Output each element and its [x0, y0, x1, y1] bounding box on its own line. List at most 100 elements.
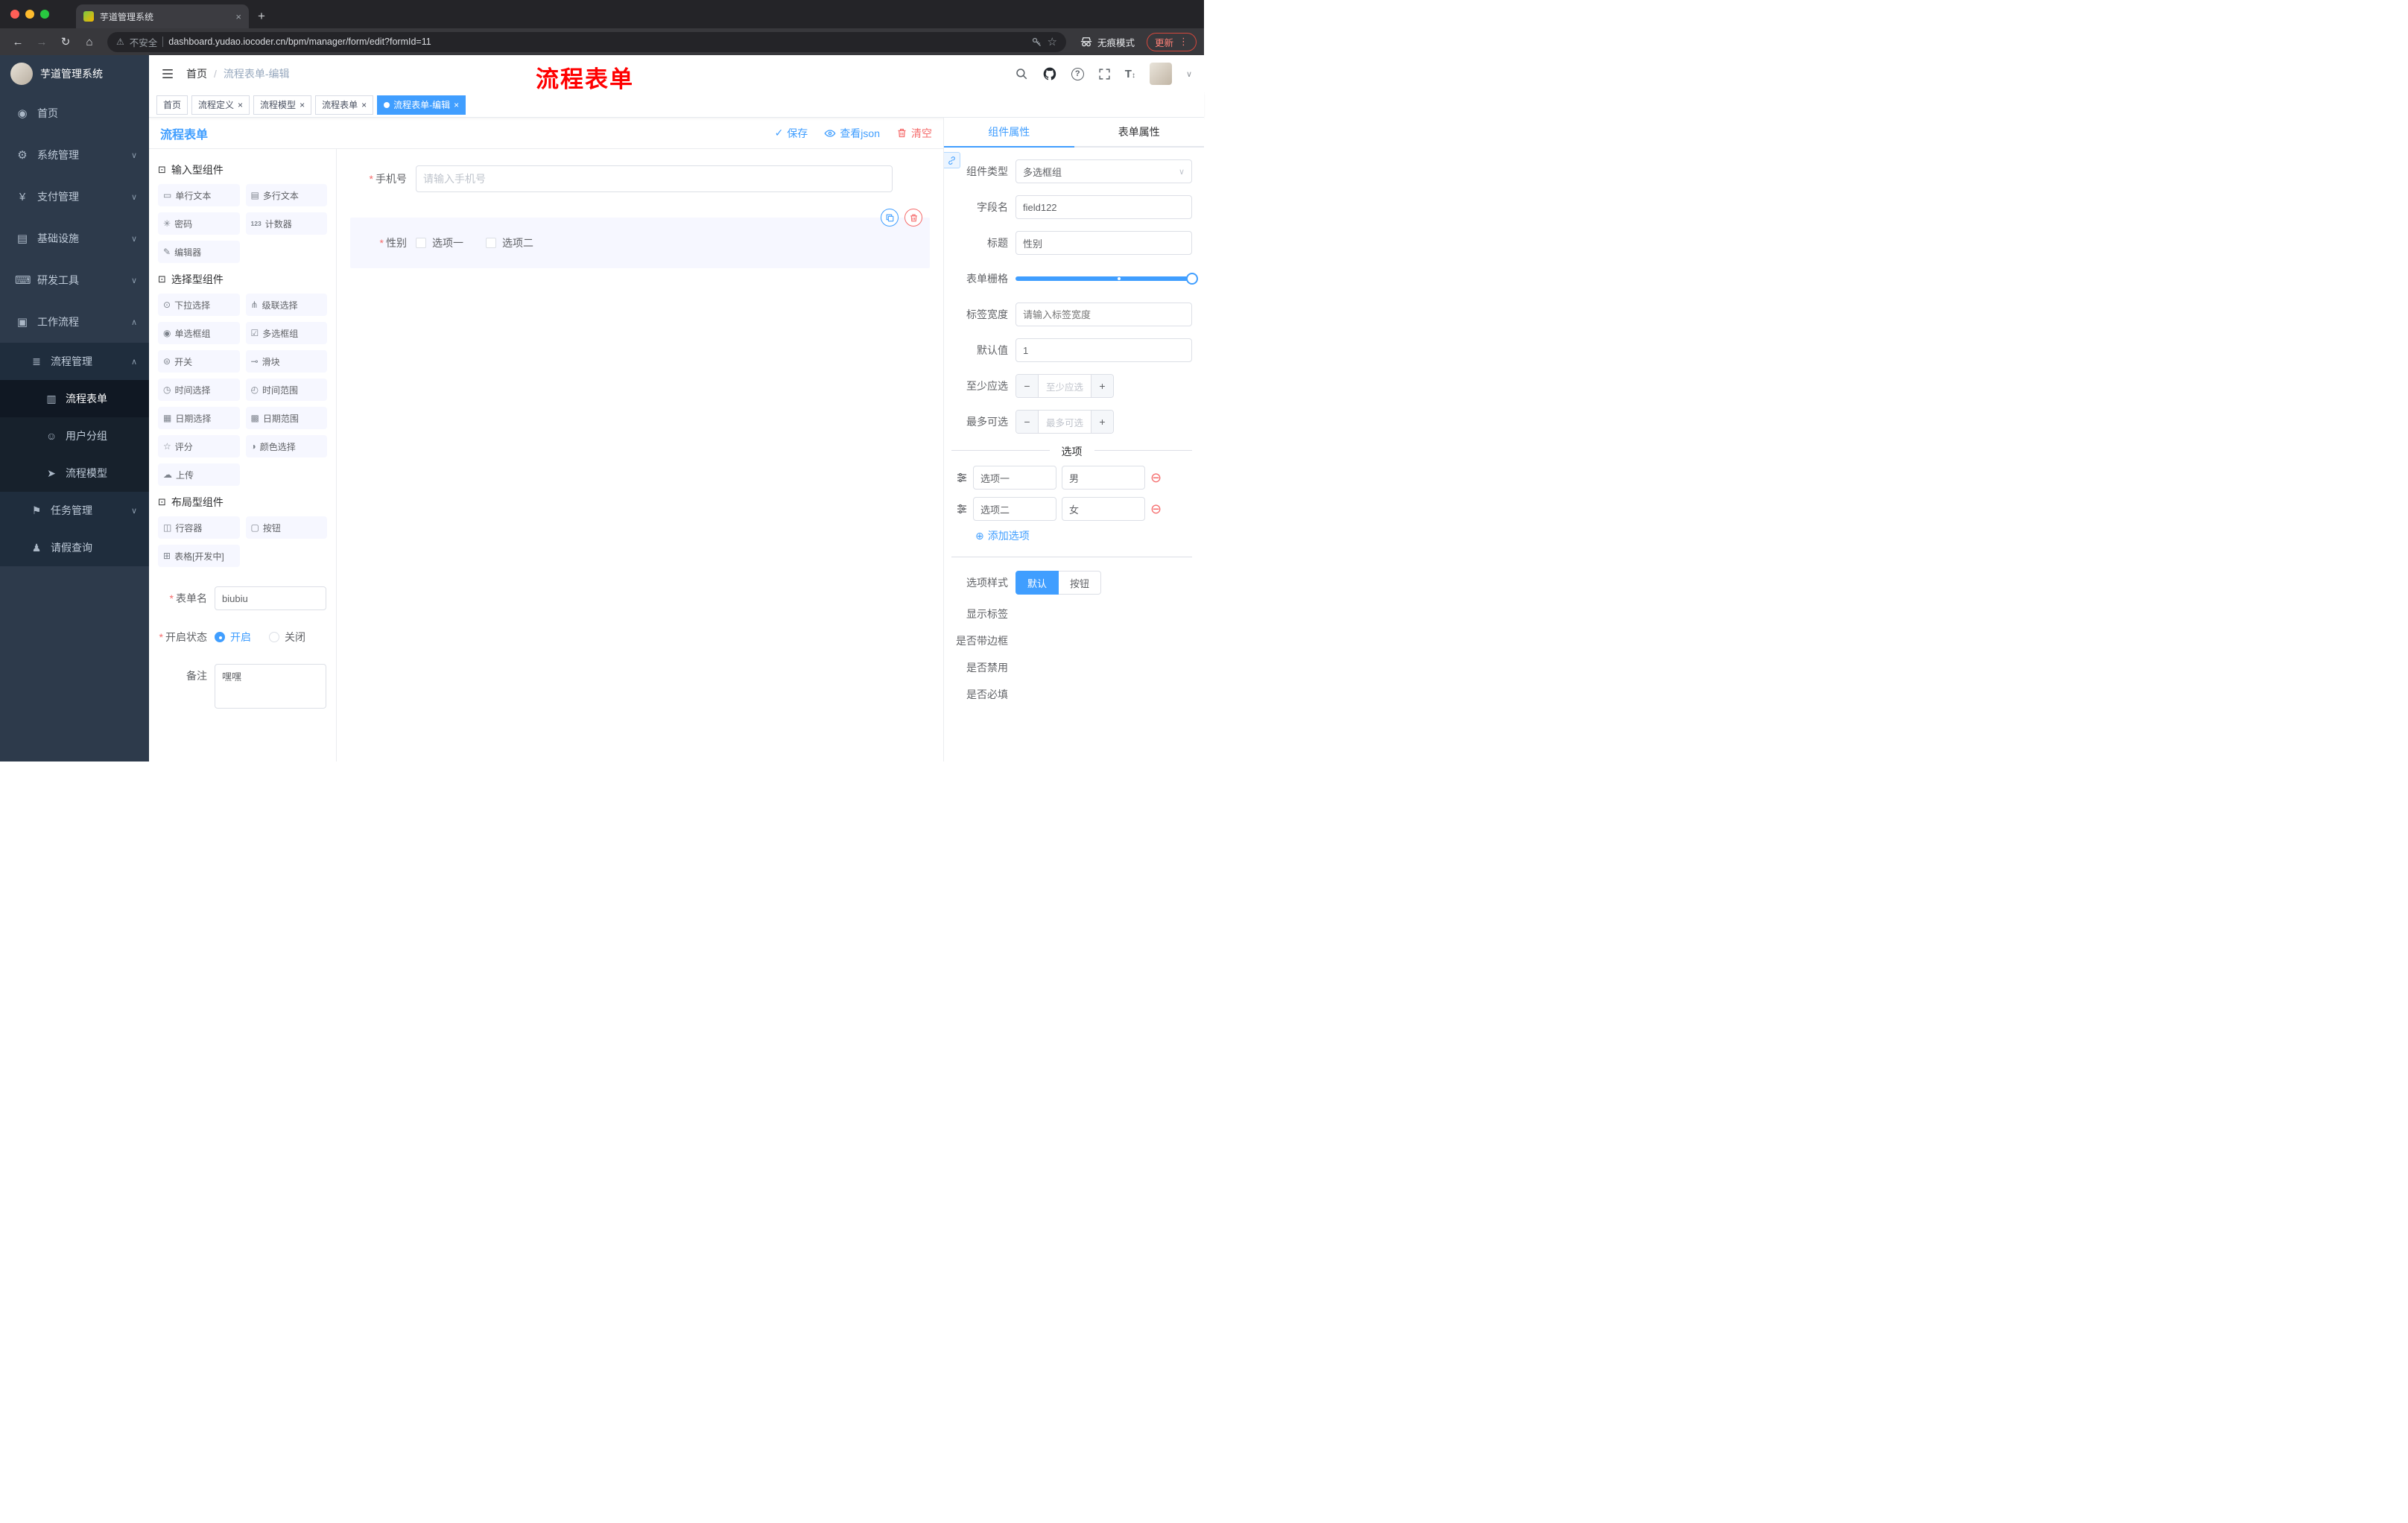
component-type-select[interactable]: 多选框组 ∨ — [1016, 159, 1192, 183]
save-button[interactable]: ✓ 保存 — [775, 126, 808, 141]
sidebar-item-process-model[interactable]: ➤ 流程模型 — [0, 455, 149, 492]
gender-option2-checkbox[interactable]: 选项二 — [486, 235, 533, 250]
checkbox-box[interactable] — [416, 238, 426, 248]
close-icon[interactable]: × — [300, 100, 305, 110]
tab-form-props[interactable]: 表单属性 — [1074, 118, 1205, 146]
form-name-input[interactable] — [215, 586, 326, 610]
fullscreen-icon[interactable] — [1098, 68, 1111, 80]
delete-widget-button[interactable] — [904, 209, 922, 227]
back-icon[interactable]: ← — [7, 36, 28, 48]
default-value-input[interactable] — [1016, 338, 1192, 362]
remove-option-icon[interactable]: ⊖ — [1150, 502, 1162, 516]
tab-close-icon[interactable]: × — [235, 11, 241, 22]
increase-button[interactable]: + — [1091, 411, 1113, 433]
sidebar-item-process-mgmt[interactable]: ≣ 流程管理 ∧ — [0, 343, 149, 380]
min-select-input[interactable]: 至少应选 — [1039, 375, 1091, 397]
browser-menu-icon[interactable]: ⋮ — [1179, 36, 1188, 48]
sidebar-item-infrastructure[interactable]: ▤ 基础设施 ∨ — [0, 218, 149, 259]
breadcrumb-home[interactable]: 首页 — [186, 66, 207, 81]
copy-widget-button[interactable] — [881, 209, 899, 227]
drag-handle-icon[interactable] — [956, 503, 968, 515]
palette-item-counter[interactable]: 123 计数器 — [245, 212, 327, 235]
form-grid-slider[interactable] — [1016, 267, 1198, 291]
tab-component-props[interactable]: 组件属性 — [944, 118, 1074, 148]
status-off-radio[interactable]: 关闭 — [269, 625, 305, 649]
clear-button[interactable]: 清空 — [896, 126, 932, 141]
palette-item-radio-group[interactable]: ◉ 单选框组 — [158, 322, 240, 344]
tag-process-definition[interactable]: 流程定义 × — [191, 95, 250, 115]
sidebar-item-user-group[interactable]: ☺ 用户分组 — [0, 417, 149, 455]
field-name-input[interactable] — [1016, 195, 1192, 219]
close-icon[interactable]: × — [361, 100, 367, 110]
sidebar-item-process-form[interactable]: ▥ 流程表单 — [0, 380, 149, 417]
palette-item-editor[interactable]: ✎ 编辑器 — [158, 241, 240, 263]
increase-button[interactable]: + — [1091, 375, 1113, 397]
bookmark-star-icon[interactable]: ☆ — [1048, 35, 1057, 48]
url-text[interactable]: dashboard.yudao.iocoder.cn/bpm/manager/f… — [168, 37, 1025, 47]
security-label[interactable]: 不安全 — [130, 35, 158, 49]
view-json-button[interactable]: 查看json — [824, 126, 880, 141]
sidebar-item-task-mgmt[interactable]: ⚑ 任务管理 ∨ — [0, 492, 149, 529]
tag-process-form-edit[interactable]: 流程表单-编辑 × — [377, 95, 466, 115]
address-bar[interactable]: ⚠ 不安全 dashboard.yudao.iocoder.cn/bpm/man… — [107, 31, 1066, 52]
tag-home[interactable]: 首页 — [156, 95, 188, 115]
label-width-input[interactable] — [1016, 303, 1192, 326]
remove-option-icon[interactable]: ⊖ — [1150, 471, 1162, 484]
new-tab-button[interactable]: + — [249, 9, 274, 28]
window-minimize-button[interactable] — [25, 10, 34, 19]
window-zoom-button[interactable] — [40, 10, 49, 19]
checkbox-box[interactable] — [486, 238, 496, 248]
palette-item-date-range[interactable]: ▩ 日期范围 — [245, 407, 327, 429]
selected-widget-gender[interactable]: * 性别 选项一 选项二 — [350, 209, 930, 268]
add-option-button[interactable]: ⊕ 添加选项 — [951, 528, 1192, 543]
window-controls[interactable] — [0, 10, 60, 19]
gender-option1-checkbox[interactable]: 选项一 — [416, 235, 463, 250]
palette-item-time-picker[interactable]: ◷ 时间选择 — [158, 379, 240, 401]
palette-item-rate[interactable]: ☆ 评分 — [158, 435, 240, 457]
avatar-caret-icon[interactable]: ∨ — [1186, 69, 1192, 79]
font-size-icon[interactable]: T↕ — [1125, 68, 1135, 80]
drag-handle-icon[interactable] — [956, 472, 968, 484]
browser-tab[interactable]: 芋道管理系统 × — [76, 4, 249, 28]
palette-item-switch[interactable]: ⊜ 开关 — [158, 350, 240, 373]
option-label-input[interactable] — [973, 466, 1056, 490]
help-icon[interactable]: ? — [1071, 67, 1084, 80]
home-icon[interactable]: ⌂ — [79, 36, 100, 48]
option-value-input[interactable] — [1062, 466, 1145, 490]
update-label[interactable]: 更新 — [1155, 35, 1173, 49]
form-canvas[interactable]: * 手机号 请输入手机号 * 性别 选项一 选项二 — [337, 149, 943, 762]
palette-item-row-container[interactable]: ◫ 行容器 — [158, 516, 240, 539]
decrease-button[interactable]: − — [1016, 375, 1039, 397]
decrease-button[interactable]: − — [1016, 411, 1039, 433]
palette-item-checkbox-group[interactable]: ☑ 多选框组 — [245, 322, 327, 344]
tag-process-form[interactable]: 流程表单 × — [315, 95, 374, 115]
sidebar-item-workflow[interactable]: ▣ 工作流程 ∧ — [0, 301, 149, 343]
slider-handle[interactable] — [1186, 273, 1198, 285]
option-value-input[interactable] — [1062, 497, 1145, 521]
style-button-button[interactable]: 按钮 — [1059, 571, 1102, 595]
palette-item-table[interactable]: ⊞ 表格[开发中] — [158, 545, 240, 567]
style-default-button[interactable]: 默认 — [1016, 571, 1059, 595]
sidebar-item-home[interactable]: ◉ 首页 — [0, 92, 149, 134]
github-icon[interactable] — [1042, 66, 1057, 81]
palette-item-password[interactable]: ✳ 密码 — [158, 212, 240, 235]
sidebar-fold-icon[interactable] — [161, 67, 174, 80]
sidebar-item-devtools[interactable]: ⌨ 研发工具 ∨ — [0, 259, 149, 301]
sidebar-item-payment[interactable]: ¥ 支付管理 ∨ — [0, 176, 149, 218]
palette-item-date-picker[interactable]: ▦ 日期选择 — [158, 407, 240, 429]
user-avatar[interactable] — [1149, 63, 1172, 85]
palette-item-button[interactable]: ▢ 按钮 — [245, 516, 327, 539]
max-select-input[interactable]: 最多可选 — [1039, 411, 1091, 433]
palette-item-select[interactable]: ⊙ 下拉选择 — [158, 294, 240, 316]
link-icon[interactable] — [944, 152, 960, 168]
key-icon[interactable] — [1031, 37, 1042, 48]
option-label-input[interactable] — [973, 497, 1056, 521]
palette-item-single-line-text[interactable]: ▭ 单行文本 — [158, 184, 240, 206]
forward-icon[interactable]: → — [31, 36, 52, 48]
status-on-radio[interactable]: 开启 — [215, 625, 251, 649]
sidebar-item-system[interactable]: ⚙ 系统管理 ∨ — [0, 134, 149, 176]
sidebar-item-leave-query[interactable]: ♟ 请假查询 — [0, 529, 149, 566]
palette-item-cascader[interactable]: ⋔ 级联选择 — [245, 294, 327, 316]
form-remark-textarea[interactable]: 嘿嘿 — [215, 664, 326, 709]
browser-update-button[interactable]: 更新 ⋮ — [1146, 32, 1197, 51]
